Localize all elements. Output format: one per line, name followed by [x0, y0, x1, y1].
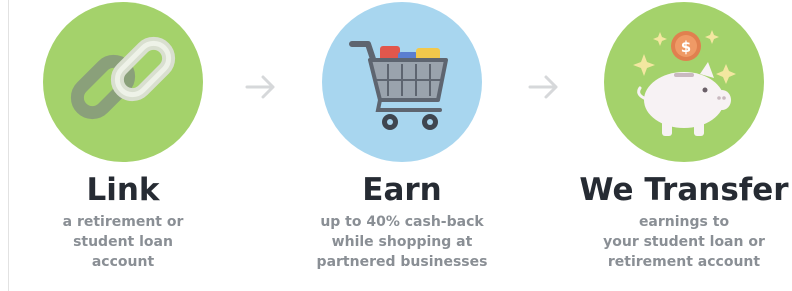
description-line: your student loan or	[603, 234, 765, 250]
description-line: a retirement or	[62, 214, 184, 230]
description-line: up to 40% cash-back	[320, 214, 484, 230]
description-line: retirement account	[607, 254, 761, 270]
arrow-right-icon	[524, 72, 564, 102]
piggy-bank-icon: $	[604, 2, 764, 162]
transfer-circle: $	[604, 2, 764, 162]
description-line: while shopping at	[331, 234, 473, 250]
description-line: partnered businesses	[316, 254, 488, 270]
link-circle	[43, 2, 203, 162]
step-title: Link	[86, 172, 160, 208]
coin-dollar-sign: $	[681, 38, 691, 56]
earn-circle	[322, 2, 482, 162]
description-line: student loan	[73, 234, 173, 250]
step-description: earnings to your student loan or retirem…	[569, 212, 792, 272]
step-title: We Transfer	[579, 172, 789, 208]
step-title: Earn	[362, 172, 442, 208]
description-line: earnings to	[638, 214, 730, 230]
description-line: account	[91, 254, 155, 270]
chain-link-icon	[43, 2, 203, 162]
step-description: a retirement or student loan account	[8, 212, 238, 272]
step-earn: Earn up to 40% cash-back while shopping …	[287, 0, 517, 291]
step-transfer: $ We Transfer earnings to your student l…	[569, 0, 792, 291]
shopping-cart-icon	[322, 2, 482, 162]
step-description: up to 40% cash-back while shopping at pa…	[287, 212, 517, 272]
step-link: Link a retirement or student loan accoun…	[8, 0, 238, 291]
arrow-right-icon	[241, 72, 281, 102]
